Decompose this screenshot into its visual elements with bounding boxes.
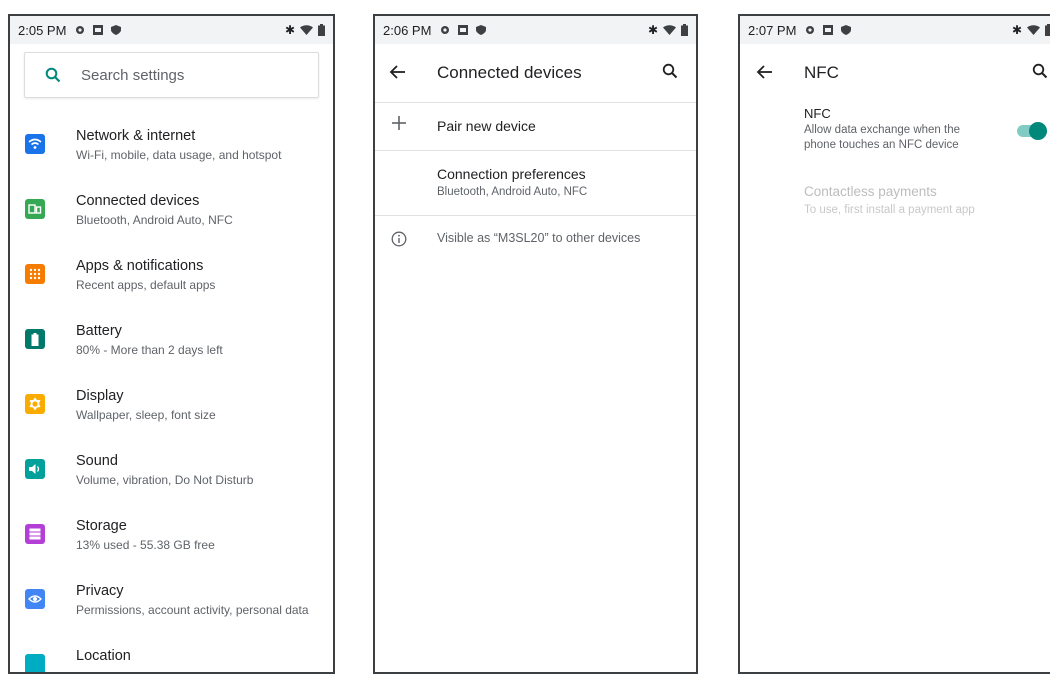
nfc-toggle-switch[interactable] xyxy=(1016,121,1050,141)
payments-subtitle: To use, first install a payment app xyxy=(804,204,975,216)
item-title: Privacy xyxy=(76,583,124,599)
status-bar: 2:05 PM ✱ xyxy=(10,16,333,44)
location-icon xyxy=(25,654,45,672)
settings-item-sound[interactable]: Sound Volume, vibration, Do Not Disturb xyxy=(10,445,333,507)
battery-icon xyxy=(25,329,45,349)
gear-icon xyxy=(804,24,816,36)
item-title: Apps & notifications xyxy=(76,258,204,274)
status-time: 2:05 PM xyxy=(18,22,67,38)
pair-new-device-row[interactable]: Pair new device xyxy=(375,102,696,150)
settings-item-location[interactable]: Location xyxy=(10,640,333,672)
connection-preferences-row[interactable]: Connection preferences Bluetooth, Androi… xyxy=(375,151,696,215)
item-subtitle: 80% - More than 2 days left xyxy=(76,343,223,357)
status-time: 2:07 PM xyxy=(748,22,797,38)
settings-item-storage[interactable]: Storage 13% used - 55.38 GB free xyxy=(10,510,333,572)
status-time: 2:06 PM xyxy=(383,22,432,38)
image-icon xyxy=(92,24,104,36)
privacy-icon xyxy=(25,589,45,609)
volume-icon xyxy=(25,459,45,479)
item-subtitle: Wallpaper, sleep, font size xyxy=(76,408,216,422)
item-subtitle: Volume, vibration, Do Not Disturb xyxy=(76,473,254,487)
item-title: Battery xyxy=(76,323,122,339)
devices-icon xyxy=(25,199,45,219)
settings-item-privacy[interactable]: Privacy Permissions, account activity, p… xyxy=(10,575,333,637)
back-arrow-icon[interactable] xyxy=(756,63,776,83)
nfc-toggle-row[interactable]: NFC Allow data exchange when the phone t… xyxy=(740,102,1050,172)
image-icon xyxy=(822,24,834,36)
item-title: Location xyxy=(76,648,131,664)
bluetooth-icon: ✱ xyxy=(1011,23,1022,37)
contactless-payments-row: Contactless payments To use, first insta… xyxy=(740,184,1050,234)
battery-status-icon xyxy=(318,24,325,36)
search-icon xyxy=(25,67,81,83)
visibility-info-row: Visible as “M3SL20” to other devices xyxy=(375,216,696,262)
item-title: Storage xyxy=(76,518,127,534)
storage-icon xyxy=(25,524,45,544)
settings-item-network[interactable]: Network & internet Wi-Fi, mobile, data u… xyxy=(10,120,333,182)
gear-icon xyxy=(439,24,451,36)
shield-icon xyxy=(475,24,487,36)
phone-settings: 2:05 PM ✱ Search settings Network & inte… xyxy=(8,14,335,674)
row-text: Visible as “M3SL20” to other devices xyxy=(437,231,641,245)
item-title: Sound xyxy=(76,453,118,469)
wifi-status-icon xyxy=(300,24,313,36)
shield-icon xyxy=(110,24,122,36)
item-title: Connected devices xyxy=(76,193,200,209)
settings-item-connected-devices[interactable]: Connected devices Bluetooth, Android Aut… xyxy=(10,185,333,247)
status-bar: 2:06 PM ✱ xyxy=(375,16,696,44)
phone-connected-devices: 2:06 PM ✱ Connected devices Pair new dev… xyxy=(373,14,698,674)
bluetooth-icon: ✱ xyxy=(647,23,658,37)
app-bar: Connected devices xyxy=(375,44,696,103)
item-subtitle: Wi-Fi, mobile, data usage, and hotspot xyxy=(76,148,282,162)
apps-icon xyxy=(25,264,45,284)
settings-item-battery[interactable]: Battery 80% - More than 2 days left xyxy=(10,315,333,377)
app-bar: NFC xyxy=(740,44,1050,102)
page-title: NFC xyxy=(804,63,839,82)
settings-item-display[interactable]: Display Wallpaper, sleep, font size xyxy=(10,380,333,442)
search-settings-bar[interactable]: Search settings xyxy=(24,52,319,98)
phone-nfc: 2:07 PM ✱ NFC NFC Allow data exchange wh… xyxy=(738,14,1050,674)
item-title: Network & internet xyxy=(76,128,196,144)
wifi-status-icon xyxy=(663,24,676,36)
battery-status-icon xyxy=(681,24,688,36)
item-subtitle: Permissions, account activity, personal … xyxy=(76,603,309,617)
nfc-subtitle-line2: phone touches an NFC device xyxy=(804,139,959,151)
brightness-icon xyxy=(25,394,45,414)
row-subtitle: Bluetooth, Android Auto, NFC xyxy=(437,186,588,198)
back-arrow-icon[interactable] xyxy=(389,63,409,83)
row-title: Pair new device xyxy=(437,118,536,134)
item-subtitle: 13% used - 55.38 GB free xyxy=(76,538,215,552)
item-subtitle: Recent apps, default apps xyxy=(76,278,216,292)
search-icon[interactable] xyxy=(662,63,682,83)
plus-icon xyxy=(391,115,407,136)
wifi-status-icon xyxy=(1027,24,1040,36)
row-title: Connection preferences xyxy=(437,166,586,182)
bluetooth-icon: ✱ xyxy=(284,23,295,37)
item-subtitle: Bluetooth, Android Auto, NFC xyxy=(76,213,233,227)
page-title: Connected devices xyxy=(437,63,582,82)
nfc-subtitle-line1: Allow data exchange when the xyxy=(804,124,960,136)
image-icon xyxy=(457,24,469,36)
nfc-title: NFC xyxy=(804,106,831,121)
item-title: Display xyxy=(76,388,124,404)
search-placeholder: Search settings xyxy=(81,66,185,84)
payments-title: Contactless payments xyxy=(804,184,937,199)
info-icon xyxy=(391,231,407,252)
search-icon[interactable] xyxy=(1032,63,1050,83)
battery-status-icon xyxy=(1045,24,1050,36)
wifi-icon xyxy=(25,134,45,154)
shield-icon xyxy=(840,24,852,36)
gear-icon xyxy=(74,24,86,36)
status-bar: 2:07 PM ✱ xyxy=(740,16,1050,44)
settings-item-apps[interactable]: Apps & notifications Recent apps, defaul… xyxy=(10,250,333,312)
